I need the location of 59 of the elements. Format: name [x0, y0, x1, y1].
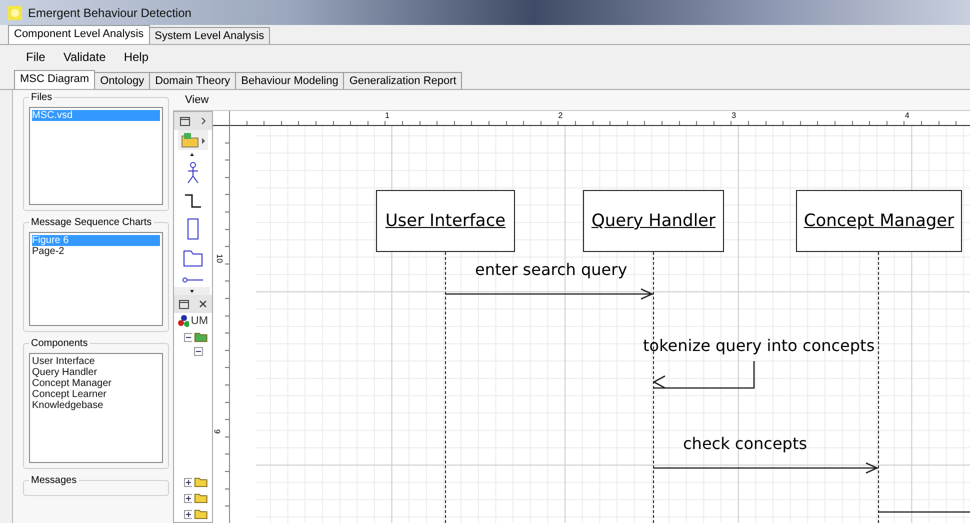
tab[interactable]: Generalization Report [343, 72, 462, 89]
ruler-number: 4 [904, 111, 910, 120]
folder-icon [194, 331, 208, 343]
menu-item[interactable]: Validate [63, 50, 106, 64]
lifeline-box: User Interface [376, 190, 515, 252]
list-item[interactable]: Concept Manager [32, 378, 160, 389]
scroll-down-icon[interactable] [174, 287, 210, 295]
window-icon[interactable] [179, 300, 189, 308]
expand-icon[interactable] [184, 478, 192, 486]
list-item[interactable]: User Interface [32, 356, 160, 367]
folder-icon [194, 492, 208, 504]
ruler-number: 2 [558, 111, 563, 120]
connector-icon[interactable] [182, 277, 204, 283]
group-title: Message Sequence Charts [30, 217, 153, 228]
view-label: View [184, 93, 209, 108]
chevron-icon[interactable] [200, 117, 206, 125]
folder-icon [194, 476, 208, 488]
tab[interactable]: Behaviour Modeling [235, 72, 344, 89]
rectangle-icon[interactable] [187, 218, 199, 240]
menu-item[interactable]: Help [124, 50, 149, 64]
close-icon[interactable] [199, 300, 207, 308]
step-line-icon[interactable] [184, 194, 202, 208]
tab[interactable]: Component Level Analysis [8, 25, 150, 44]
window-icon[interactable] [180, 116, 190, 126]
tab[interactable]: Ontology [94, 72, 150, 89]
ruler-number: 3 [732, 111, 736, 120]
stencil-folder-icon[interactable] [178, 130, 208, 150]
list-box[interactable]: Figure 6 Page-2 [29, 232, 163, 326]
expand-icon[interactable] [184, 494, 192, 502]
collapse-icon[interactable] [184, 332, 192, 342]
list-item[interactable]: Knowledgebase [32, 400, 160, 411]
ruler-number: 9 [212, 429, 222, 434]
lifeline-box: Query Handler [583, 190, 724, 252]
list-item[interactable]: Page-2 [32, 246, 160, 257]
message-label: enter search query [475, 260, 628, 279]
list-box[interactable]: User Interface Query Handler Concept Manager Concept Learner Knowledgebase [29, 353, 163, 463]
tab[interactable]: System Level Analysis [148, 27, 270, 44]
expand-icon[interactable] [184, 510, 192, 518]
ruler-number: 1 [385, 111, 390, 120]
actor-icon[interactable] [187, 162, 199, 184]
shapes-icon [178, 315, 189, 327]
folder-shape-icon[interactable] [183, 250, 203, 267]
group-title: Files [30, 92, 54, 103]
message-label: tokenize query into concepts [643, 336, 875, 355]
window-title: Emergent Behaviour Detection [28, 6, 192, 20]
lifeline-box: Concept Manager [796, 190, 962, 252]
tab[interactable]: MSC Diagram [14, 70, 96, 89]
menu-item[interactable]: File [26, 50, 46, 64]
app-icon [8, 6, 22, 20]
group-title: Messages [30, 475, 78, 486]
message-label: check concepts [683, 434, 808, 453]
folder-icon [194, 508, 208, 520]
group-title: Components [30, 338, 89, 349]
tab[interactable]: Domain Theory [149, 72, 236, 89]
ruler-number: 10 [214, 254, 224, 263]
list-item[interactable]: Concept Learner [32, 389, 160, 400]
list-item[interactable]: Query Handler [32, 367, 160, 378]
tree-item[interactable]: UM [190, 315, 208, 327]
collapse-icon[interactable] [194, 347, 203, 356]
